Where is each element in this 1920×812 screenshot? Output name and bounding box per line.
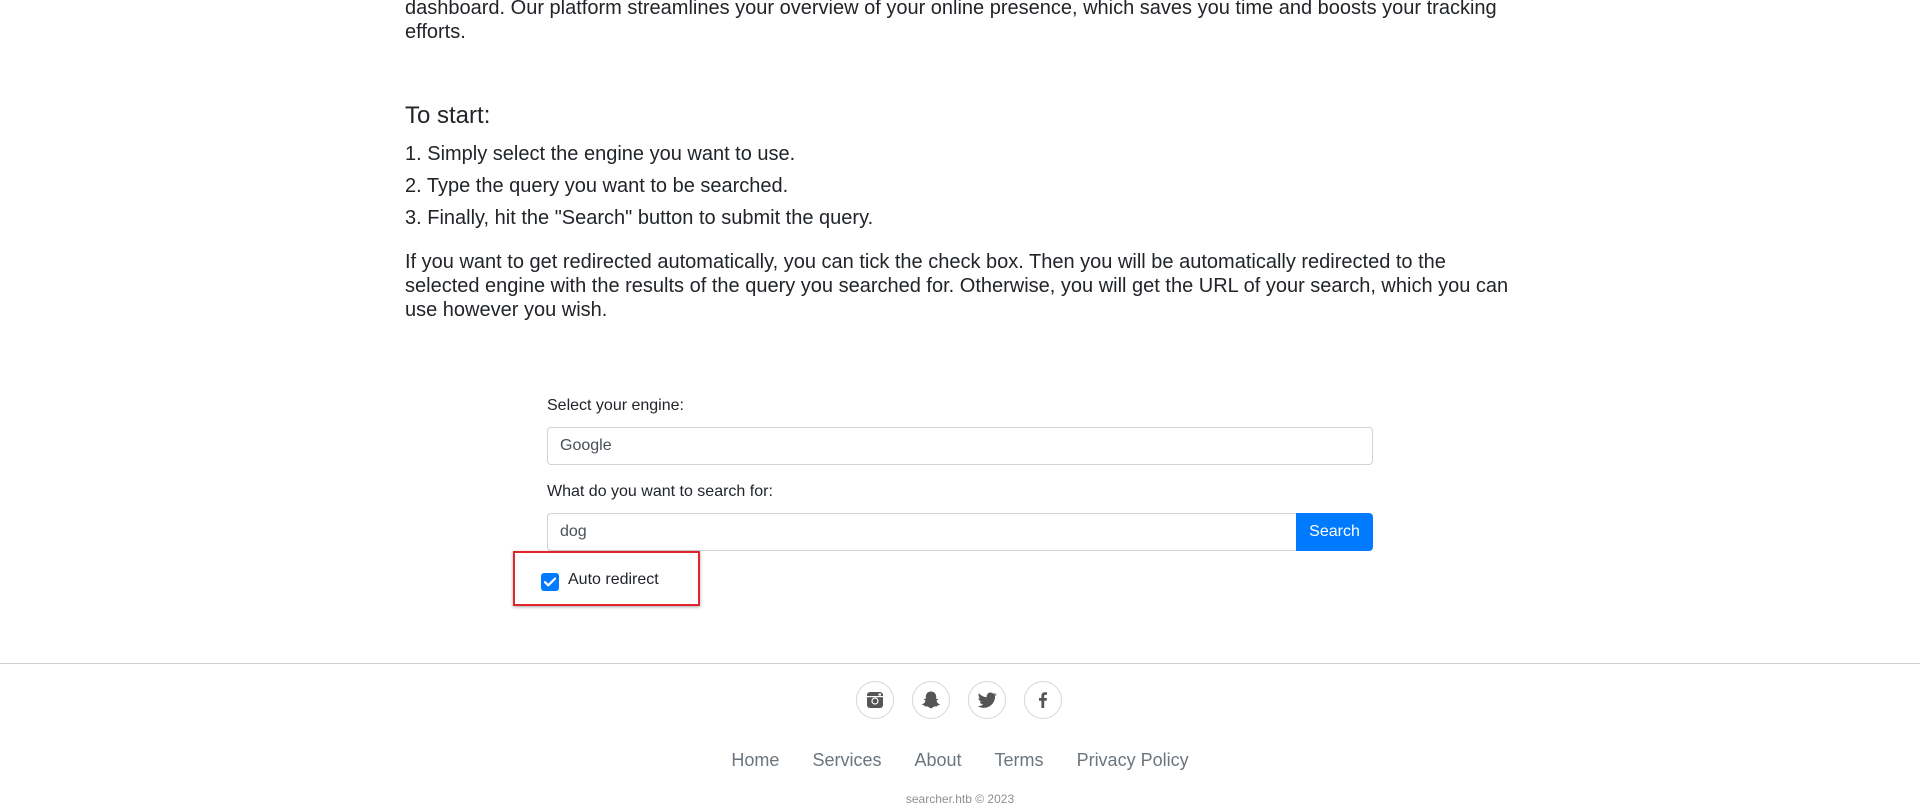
search-button[interactable]: Search: [1296, 513, 1373, 551]
footer-link-terms[interactable]: Terms: [995, 750, 1044, 770]
footer-link-services[interactable]: Services: [812, 750, 881, 770]
snapchat-link[interactable]: [912, 681, 950, 719]
footer-link-home[interactable]: Home: [731, 750, 779, 770]
twitter-link[interactable]: [968, 681, 1006, 719]
intro-text: dashboard. Our platform streamlines your…: [405, 0, 1497, 43]
step-item: 1. Simply select the engine you want to …: [405, 143, 796, 165]
facebook-link[interactable]: [1024, 681, 1062, 719]
search-form: Select your engine: Google What do you w…: [547, 394, 1373, 551]
page: dashboard. Our platform streamlines your…: [0, 0, 1920, 812]
snapchat-icon: [922, 691, 940, 709]
auto-redirect-highlight: Auto redirect: [513, 551, 700, 606]
instagram-link[interactable]: [856, 681, 894, 719]
engine-label: Select your engine:: [547, 397, 684, 414]
step-item: 2. Type the query you want to be searche…: [405, 175, 789, 197]
checkmark-icon: [544, 577, 556, 587]
redirect-info-text: If you want to get redirected automatica…: [405, 251, 1509, 321]
steps-list: 1. Simply select the engine you want to …: [405, 138, 873, 234]
query-input[interactable]: dog: [547, 513, 1296, 551]
auto-redirect-checkbox[interactable]: [541, 573, 559, 591]
to-start-heading: To start:: [405, 102, 491, 129]
footer-link-about[interactable]: About: [914, 750, 961, 770]
step-item: 3. Finally, hit the "Search" button to s…: [405, 207, 874, 229]
twitter-icon: [977, 692, 998, 708]
auto-redirect-label[interactable]: Auto redirect: [568, 570, 659, 590]
query-input-group: dog Search: [547, 513, 1373, 551]
engine-select[interactable]: Google: [547, 427, 1373, 465]
footer-link-privacy-policy[interactable]: Privacy Policy: [1077, 750, 1189, 770]
footer-nav: Home Services About Terms Privacy Policy: [0, 748, 1920, 772]
facebook-icon: [1039, 692, 1047, 708]
instagram-icon: [867, 692, 883, 708]
social-links: [856, 681, 1062, 719]
copyright-text: searcher.htb © 2023: [905, 792, 1015, 806]
footer-divider: [0, 663, 1920, 664]
query-label: What do you want to search for:: [547, 483, 773, 500]
